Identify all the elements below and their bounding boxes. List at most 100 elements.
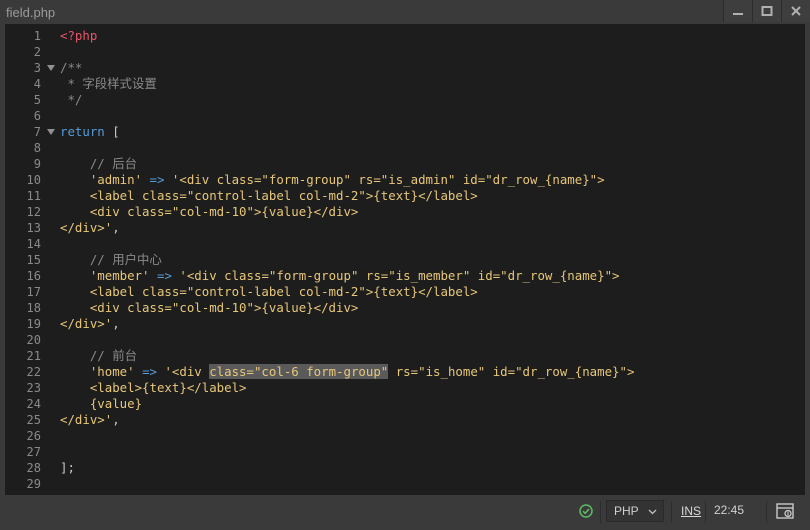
code-line[interactable] [60, 476, 800, 492]
code-token: '<div [157, 364, 210, 379]
line-number-row: 26 [5, 428, 55, 444]
line-number: 25 [26, 413, 41, 427]
code-line[interactable]: <label class="control-label col-md-2">{t… [60, 188, 800, 204]
code-line[interactable] [60, 428, 800, 444]
code-token: <label class="control-label col-md-2">{t… [60, 188, 478, 203]
code-token: </div>' [60, 316, 113, 331]
fold-arrow-icon[interactable] [47, 129, 55, 135]
window-controls [723, 0, 810, 24]
code-token: <div class="col-md-10">{value}</div> [60, 300, 359, 315]
code-line[interactable]: 'member' => '<div class="form-group" rs=… [60, 268, 800, 284]
code-token: </div>' [60, 412, 113, 427]
status-divider [705, 501, 706, 523]
panel-layout-button[interactable] [776, 503, 794, 524]
insert-mode-toggle[interactable]: INS [681, 504, 701, 518]
line-number: 9 [33, 157, 41, 171]
status-ok-icon [579, 504, 593, 523]
code-token: 'member' [60, 268, 150, 283]
code-token: , [112, 316, 120, 331]
code-line[interactable] [60, 108, 800, 124]
line-number: 24 [26, 397, 41, 411]
code-area[interactable]: <?php /** * 字段样式设置 */ return [ // 后台 'admi… [60, 28, 800, 495]
line-number: 28 [26, 461, 41, 475]
close-button[interactable] [781, 0, 810, 22]
minimize-icon [733, 13, 743, 15]
fold-arrow-icon[interactable] [47, 65, 55, 71]
line-number: 23 [26, 381, 41, 395]
minimize-button[interactable] [723, 0, 752, 22]
maximize-button[interactable] [752, 0, 781, 22]
line-number-row: 16 [5, 268, 55, 284]
code-line[interactable]: {value} [60, 396, 800, 412]
line-number: 12 [26, 205, 41, 219]
selected-text: class="col-6 form-group" [209, 364, 389, 379]
code-line[interactable]: // 前台 [60, 348, 800, 364]
code-token: // 后台 [60, 156, 137, 171]
line-number: 8 [33, 141, 41, 155]
code-line[interactable]: /** [60, 60, 800, 76]
code-token: // 前台 [60, 348, 137, 363]
code-token: <label>{text}</label> [60, 380, 247, 395]
chevron-down-icon [648, 509, 657, 515]
line-number: 18 [26, 301, 41, 315]
status-divider [766, 501, 767, 523]
code-line[interactable]: 'admin' => '<div class="form-group" rs="… [60, 172, 800, 188]
code-token: 'admin' [60, 172, 143, 187]
title-bar: field.php [0, 0, 810, 24]
code-token: '<div class="form-group" rs="is_admin" i… [164, 172, 605, 187]
code-line[interactable] [60, 236, 800, 252]
code-line[interactable]: <label class="control-label col-md-2">{t… [60, 284, 800, 300]
code-token: * 字段样式设置 [60, 76, 157, 91]
status-divider [600, 501, 601, 523]
code-line[interactable]: // 后台 [60, 156, 800, 172]
line-number: 7 [33, 125, 41, 139]
maximize-icon [761, 6, 773, 16]
line-number-row: 7 [5, 124, 55, 140]
line-number-row: 6 [5, 108, 55, 124]
code-line[interactable] [60, 444, 800, 460]
line-number-row: 22 [5, 364, 55, 380]
code-line[interactable]: // 用户中心 [60, 252, 800, 268]
panel-layout-icon [776, 503, 794, 519]
line-number: 20 [26, 333, 41, 347]
line-number-row: 11 [5, 188, 55, 204]
code-line[interactable]: 'home' => '<div class="col-6 form-group"… [60, 364, 800, 380]
code-line[interactable]: </div>', [60, 220, 800, 236]
code-line[interactable] [60, 44, 800, 60]
code-token: ]; [60, 460, 75, 475]
line-number-row: 27 [5, 444, 55, 460]
code-line[interactable]: <div class="col-md-10">{value}</div> [60, 204, 800, 220]
line-number-row: 17 [5, 284, 55, 300]
line-number: 1 [33, 29, 41, 43]
code-line[interactable]: </div>', [60, 316, 800, 332]
code-token: {value} [60, 396, 143, 411]
line-number: 10 [26, 173, 41, 187]
code-token: </div>' [60, 220, 113, 235]
code-editor[interactable]: 1 2 3 4 5 6 7 8 9 10 11 12 13 14 15 16 17 18 19 20 21 22 23 24 2… [5, 24, 805, 495]
code-token: => [134, 364, 157, 379]
language-select[interactable]: PHP [606, 500, 664, 522]
line-number-row: 10 [5, 172, 55, 188]
line-number-row: 21 [5, 348, 55, 364]
line-number: 5 [33, 93, 41, 107]
code-line[interactable] [60, 332, 800, 348]
code-line[interactable]: */ [60, 92, 800, 108]
line-number-row: 14 [5, 236, 55, 252]
code-line[interactable]: * 字段样式设置 [60, 76, 800, 92]
line-number-row: 4 [5, 76, 55, 92]
code-line[interactable] [60, 140, 800, 156]
line-number-row: 12 [5, 204, 55, 220]
line-number: 2 [33, 45, 41, 59]
line-number-row: 25 [5, 412, 55, 428]
code-line[interactable]: ]; [60, 460, 800, 476]
code-token: /** [60, 60, 83, 75]
code-line[interactable]: return [ [60, 124, 800, 140]
code-line[interactable]: <div class="col-md-10">{value}</div> [60, 300, 800, 316]
line-number-row: 8 [5, 140, 55, 156]
line-number: 21 [26, 349, 41, 363]
status-divider [671, 501, 672, 523]
code-line[interactable]: <label>{text}</label> [60, 380, 800, 396]
code-line[interactable]: </div>', [60, 412, 800, 428]
code-line[interactable]: <?php [60, 28, 800, 44]
line-number-row: 5 [5, 92, 55, 108]
